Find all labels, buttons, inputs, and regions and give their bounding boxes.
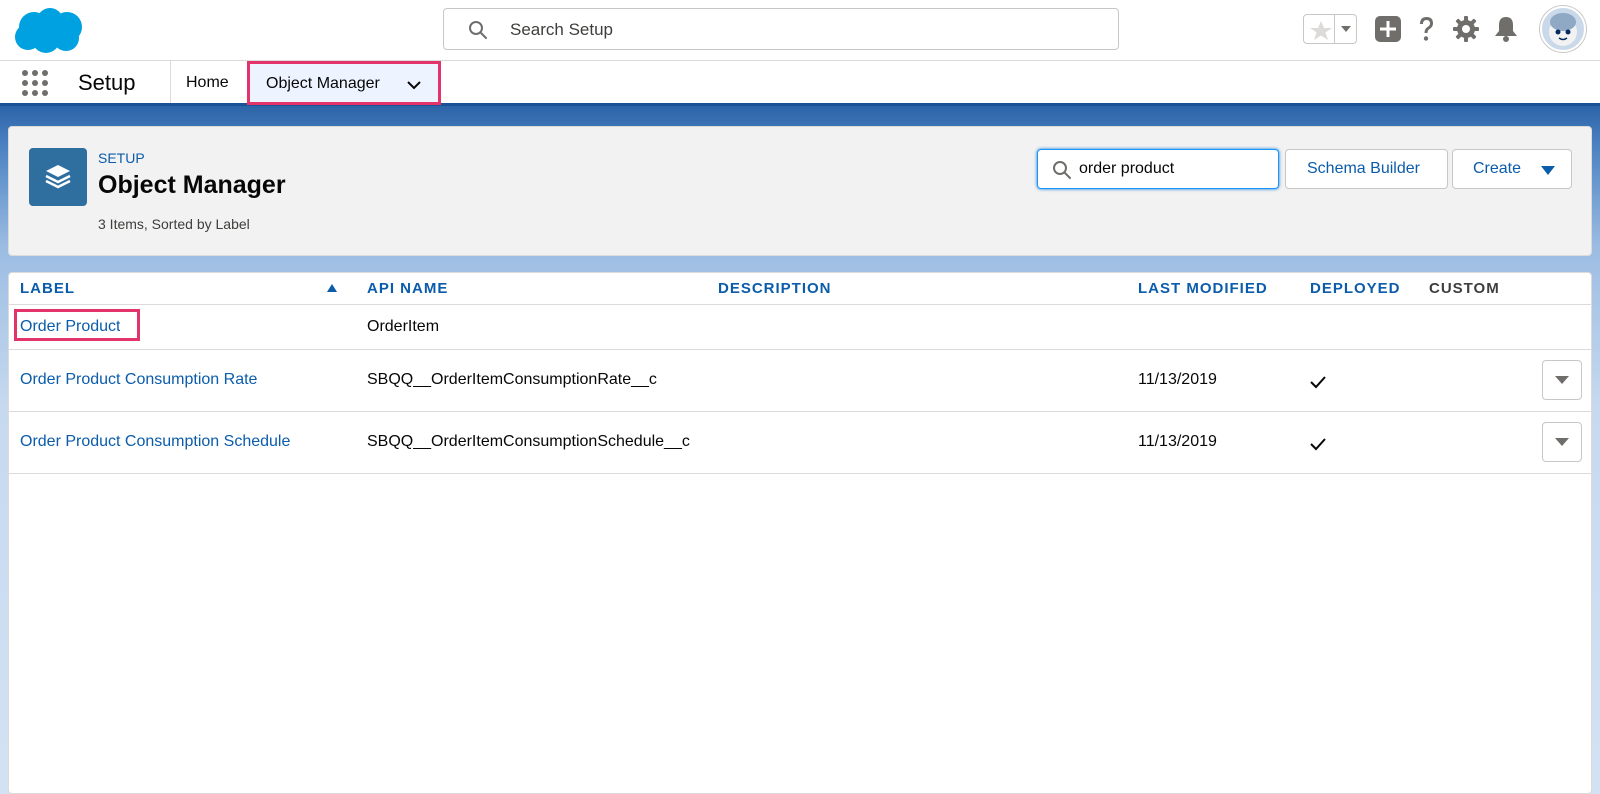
column-header-label[interactable]: LABEL [20,280,75,297]
last-modified-cell: 11/13/2019 [1138,433,1217,450]
column-header-deployed[interactable]: DEPLOYED [1310,280,1401,297]
help-icon[interactable] [1411,14,1441,44]
table-row: Order Product Consumption Rate SBQQ__Ord… [9,350,1591,412]
page-header: SETUP Object Manager 3 Items, Sorted by … [8,126,1592,256]
table-row: Order Product OrderItem [9,305,1591,350]
schema-builder-button[interactable]: Schema Builder [1285,149,1448,189]
table-row: Order Product Consumption Schedule SBQQ_… [9,412,1591,474]
app-name: Setup [78,70,136,95]
column-header-custom: CUSTOM [1429,280,1500,297]
global-search-input[interactable]: Search Setup [443,8,1119,50]
chevron-down-icon[interactable] [1337,20,1355,38]
row-actions-button[interactable] [1542,360,1582,400]
gear-icon[interactable] [1451,14,1481,44]
astro-avatar-icon [1549,13,1577,46]
api-name-cell: SBQQ__OrderItemConsumptionSchedule__c [367,433,690,450]
quick-find-input[interactable]: order product [1037,149,1279,189]
check-icon [1310,438,1326,451]
object-label-link[interactable]: Order Product Consumption Rate [20,371,257,389]
layers-icon [45,165,71,189]
sort-ascending-icon[interactable] [327,284,337,292]
chevron-down-icon [1555,438,1569,446]
add-icon[interactable] [1373,14,1403,44]
item-count: 3 Items, Sorted by Label [98,216,250,232]
nav-item-label: Object Manager [266,75,380,92]
create-button[interactable]: Create [1452,149,1572,189]
create-label: Create [1473,160,1522,177]
object-manager-icon [29,148,87,206]
breadcrumb[interactable]: SETUP [98,150,145,166]
row-actions-button[interactable] [1542,422,1582,462]
salesforce-logo[interactable] [12,5,86,55]
nav-item-home[interactable]: Home [186,74,229,92]
column-header-description[interactable]: DESCRIPTION [718,280,832,297]
search-icon [469,21,487,39]
favorites-button[interactable] [1303,14,1357,44]
column-header-last-modified[interactable]: LAST MODIFIED [1138,280,1268,297]
favorites-divider [1334,15,1335,43]
page-title: Object Manager [98,171,286,199]
object-list-table: LABEL API NAME DESCRIPTION LAST MODIFIED… [8,272,1592,794]
object-label-link[interactable]: Order Product [20,318,120,336]
last-modified-cell: 11/13/2019 [1138,371,1217,388]
table-header: LABEL API NAME DESCRIPTION LAST MODIFIED… [9,273,1591,305]
column-header-api-name[interactable]: API NAME [367,280,448,297]
check-icon [1310,376,1326,389]
app-launcher-icon[interactable] [22,70,50,98]
chevron-down-icon[interactable] [405,76,423,94]
nav-item-object-manager[interactable]: Object Manager [247,61,441,105]
star-icon[interactable] [1308,19,1334,41]
schema-builder-label: Schema Builder [1307,160,1420,177]
avatar[interactable] [1540,6,1586,52]
search-placeholder: Search Setup [510,20,614,39]
context-divider [170,61,171,103]
caret-down-icon [1541,166,1555,175]
api-name-cell: OrderItem [367,318,440,335]
object-label-link[interactable]: Order Product Consumption Schedule [20,433,290,451]
chevron-down-icon [1555,376,1569,384]
bell-icon[interactable] [1491,14,1521,44]
context-bar: Setup Home Object Manager [0,61,1600,106]
search-icon [1053,161,1071,179]
api-name-cell: SBQQ__OrderItemConsumptionRate__c [367,371,657,388]
quick-find-value: order product [1079,160,1175,177]
global-header: Search Setup [0,0,1600,61]
